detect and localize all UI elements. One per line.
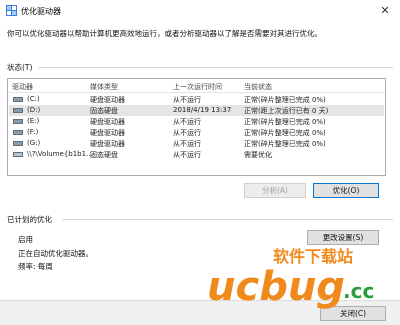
media-type: 硬盘驱动器 (90, 118, 125, 126)
drive-status: 正常(碎片整理已完成 0%) (244, 129, 326, 137)
hard-drive-icon (13, 141, 23, 146)
last-run: 从不运行 (173, 151, 201, 159)
status-section-label: 状态(T) (7, 63, 33, 72)
drive-row-c[interactable]: (C:) 硬盘驱动器 从不运行 正常(碎片整理已完成 0%) (9, 94, 384, 105)
last-run: 从不运行 (173, 140, 201, 148)
drive-name: (G:) (27, 139, 41, 147)
window-title: 优化驱动器 (21, 7, 61, 16)
drive-row-volume[interactable]: \\?\Volume{b1b1... 固态硬盘 从不运行 需要优化 (9, 149, 384, 160)
drive-status: 正常(碎片整理已完成 0%) (244, 140, 326, 148)
schedule-state: 启用 (18, 235, 33, 244)
drive-list-header: 驱动器 媒体类型 上一次运行时间 当前状态 (8, 79, 385, 93)
optimize-button[interactable]: 优化(O) (313, 183, 379, 198)
drive-name: (C:) (27, 95, 40, 103)
drive-status: 正常(距上次运行已有 0 天) (244, 107, 329, 115)
media-type: 硬盘驱动器 (90, 96, 125, 104)
drive-name: (E:) (27, 117, 40, 125)
schedule-description: 正在自动优化驱动器。 (18, 249, 93, 258)
hard-drive-icon (13, 119, 23, 124)
last-run: 从不运行 (173, 129, 201, 137)
schedule-divider (62, 219, 393, 220)
drive-status: 需要优化 (244, 151, 272, 159)
drive-status: 正常(碎片整理已完成 0%) (244, 96, 326, 104)
hard-drive-icon (13, 108, 23, 113)
removable-drive-icon (13, 152, 23, 157)
media-type: 硬盘驱动器 (90, 140, 125, 148)
watermark-suffix-text: .cc (343, 279, 374, 303)
hard-drive-icon (13, 97, 23, 102)
media-type: 固态硬盘 (90, 151, 118, 159)
drive-name: (D:) (27, 106, 41, 114)
drive-row-f[interactable]: (F:) 硬盘驱动器 从不运行 正常(碎片整理已完成 0%) (9, 127, 384, 138)
analyze-button[interactable]: 分析(A) (244, 183, 306, 198)
column-header-media-type[interactable]: 媒体类型 (90, 82, 118, 92)
hard-drive-icon (13, 130, 23, 135)
column-header-last-run[interactable]: 上一次运行时间 (173, 82, 222, 92)
last-run: 2018/4/19 13:37 (173, 106, 232, 114)
media-type: 硬盘驱动器 (90, 129, 125, 137)
title-bar: 优化驱动器 ✕ (0, 0, 400, 22)
media-type: 固态硬盘 (90, 107, 118, 115)
defrag-app-icon (6, 5, 17, 16)
drive-name: (F:) (27, 128, 39, 136)
close-icon: ✕ (380, 4, 390, 17)
column-header-drive[interactable]: 驱动器 (12, 82, 33, 92)
watermark-logo: 软件下载站 ucbug .cc (207, 247, 374, 310)
watermark-main-text: ucbug (207, 264, 345, 310)
close-window-button[interactable]: ✕ (374, 2, 396, 20)
schedule-frequency: 频率: 每周 (18, 262, 53, 271)
drive-name: \\?\Volume{b1b1... (27, 150, 93, 158)
drive-list[interactable]: 驱动器 媒体类型 上一次运行时间 当前状态 (C:) 硬盘驱动器 从不运行 正常… (7, 78, 386, 176)
drive-row-g[interactable]: (G:) 硬盘驱动器 从不运行 正常(碎片整理已完成 0%) (9, 138, 384, 149)
site-watermark: 软件下载站 ucbug .cc (205, 240, 395, 310)
drive-row-d[interactable]: (D:) 固态硬盘 2018/4/19 13:37 正常(距上次运行已有 0 天… (9, 105, 384, 116)
column-header-status[interactable]: 当前状态 (244, 82, 272, 92)
drive-status: 正常(碎片整理已完成 0%) (244, 118, 326, 126)
schedule-section-label: 已计划的优化 (7, 215, 52, 224)
last-run: 从不运行 (173, 118, 201, 126)
status-divider (38, 67, 393, 68)
intro-text: 你可以优化驱动器以帮助计算机更高效地运行，或者分析驱动器以了解是否需要对其进行优… (7, 29, 322, 38)
drive-row-e[interactable]: (E:) 硬盘驱动器 从不运行 正常(碎片整理已完成 0%) (9, 116, 384, 127)
last-run: 从不运行 (173, 96, 201, 104)
